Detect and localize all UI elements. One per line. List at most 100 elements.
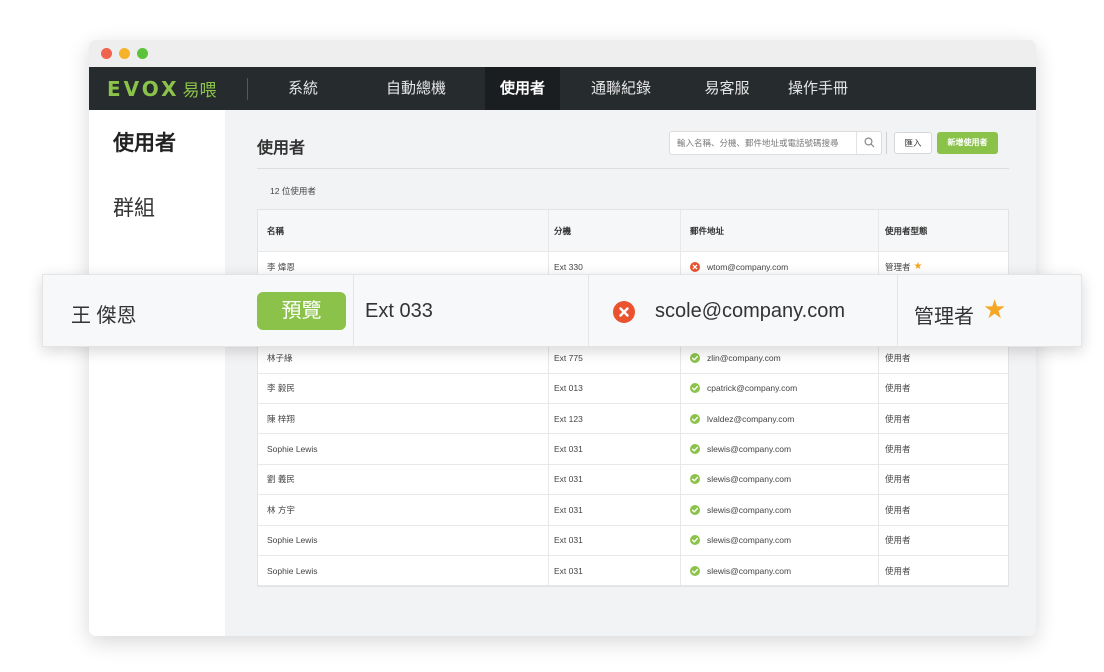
role-text: 使用者 (885, 565, 911, 576)
add-user-button[interactable]: 新增使用者 (937, 132, 998, 154)
nav-item-call-records[interactable]: 通聯紀錄 (577, 67, 665, 110)
preview-email: scole@company.com (655, 300, 845, 322)
highlighted-row-preview[interactable]: 王 傑恩 預覽 Ext 033 scole@company.com 管理者 ★ (42, 274, 1082, 347)
cell-email: slewis@company.com (680, 555, 878, 586)
table-row[interactable]: Sophie Lewis Ext 031 slewis@company.com 使用者 (258, 555, 1010, 587)
email-text: lvaldez@company.com (707, 413, 795, 424)
preview-divider (353, 275, 354, 346)
cell-name: 陳 梓翔 (267, 413, 295, 424)
header-extension[interactable]: 分機 (548, 210, 680, 251)
sidebar-item-groups[interactable]: 群組 (113, 192, 155, 222)
preview-user-type: 管理者 (914, 306, 974, 328)
check-circle-icon (690, 474, 700, 485)
cell-email: slewis@company.com (680, 464, 878, 495)
cell-extension: Ext 775 (548, 343, 680, 373)
nav-item-system[interactable]: 系統 (261, 67, 345, 110)
cell-user-type: 使用者 (878, 373, 1010, 403)
users-table: 名稱 分機 郵件地址 使用者型態 李 煒恩 Ext 330 wtom@company… (257, 209, 1010, 588)
cell-user-type: 使用者 (878, 525, 1010, 555)
cell-email: lvaldez@company.com (680, 403, 878, 434)
cell-user-type: 使用者 (878, 343, 1010, 373)
brand-name-cn: 易喂 (182, 81, 217, 100)
search-input[interactable] (670, 132, 856, 154)
cell-user-type: 使用者 (878, 464, 1010, 495)
main-content: 使用者 匯入 新增使用者 12 位使用者 名稱 分機 郵件地址 使用者型態 李 … (225, 110, 1036, 636)
check-circle-icon (690, 444, 700, 455)
cell-name: 林子綠 (267, 352, 293, 363)
preview-button[interactable]: 預覽 (257, 292, 346, 330)
table-row[interactable]: 李 毅民 Ext 013 cpatrick@company.com 使用者 (258, 373, 1010, 404)
header-name[interactable]: 名稱 (258, 210, 548, 251)
header-user-type[interactable]: 使用者型態 (878, 210, 1010, 251)
table-row[interactable]: Sophie Lewis Ext 031 slewis@company.com 使用者 (258, 434, 1010, 465)
top-navbar: EVOX 易喂 系統 自動總機 使用者 通聯紀錄 易客服 操作手冊 (89, 67, 1036, 110)
preview-divider (897, 275, 898, 346)
cell-extension: Ext 031 (548, 525, 680, 555)
nav-item-users[interactable]: 使用者 (485, 67, 560, 110)
role-text: 使用者 (885, 383, 911, 394)
cell-user-type: 使用者 (878, 434, 1010, 464)
table-row[interactable]: 林 方宇 Ext 031 slewis@company.com 使用者 (258, 495, 1010, 526)
cell-extension: Ext 031 (548, 495, 680, 525)
close-window-button[interactable] (101, 48, 112, 59)
search-icon[interactable] (856, 132, 881, 154)
title-divider (257, 168, 1009, 169)
navbar-divider (247, 78, 248, 100)
toolbar-divider (886, 132, 887, 154)
cell-extension: Ext 123 (548, 403, 680, 434)
check-circle-icon (690, 383, 700, 394)
nav-item-customer-service[interactable]: 易客服 (687, 67, 767, 110)
brand-logo[interactable]: EVOX 易喂 (107, 77, 217, 101)
email-text: zlin@company.com (707, 352, 781, 363)
table-row[interactable]: 陳 梓翔 Ext 123 lvaldez@company.com 使用者 (258, 403, 1010, 435)
cell-extension: Ext 013 (548, 373, 680, 403)
preview-extension: Ext 033 (365, 300, 433, 322)
header-email[interactable]: 郵件地址 (680, 210, 878, 251)
preview-user-name: 王 傑恩 (71, 305, 137, 327)
cell-extension: Ext 031 (548, 434, 680, 464)
cell-user-type: 使用者 (878, 403, 1010, 434)
cell-extension: Ext 031 (548, 555, 680, 586)
email-text: slewis@company.com (707, 565, 792, 576)
table-row[interactable]: 林子綠 Ext 775 zlin@company.com 使用者 (258, 343, 1010, 374)
email-text: cpatrick@company.com (707, 383, 798, 394)
email-text: slewis@company.com (707, 504, 792, 515)
cell-email: zlin@company.com (680, 343, 878, 373)
cell-email: slewis@company.com (680, 495, 878, 525)
role-text: 使用者 (885, 504, 911, 515)
email-text: slewis@company.com (707, 535, 792, 546)
role-text: 使用者 (885, 352, 911, 363)
check-circle-icon (690, 565, 700, 576)
cell-user-type: 使用者 (878, 555, 1010, 586)
search-box (669, 131, 882, 155)
check-circle-icon (690, 413, 700, 424)
table-row[interactable]: 劉 義民 Ext 031 slewis@company.com 使用者 (258, 464, 1010, 496)
role-text: 使用者 (885, 444, 911, 455)
table-row[interactable]: Sophie Lewis Ext 031 slewis@company.com 使用者 (258, 525, 1010, 556)
import-button[interactable]: 匯入 (894, 132, 932, 154)
nav-item-manual[interactable]: 操作手冊 (777, 67, 859, 110)
cell-name: Sophie Lewis (267, 444, 318, 455)
sidebar: 使用者 群組 (89, 110, 225, 636)
cell-extension: Ext 031 (548, 464, 680, 495)
cell-email: slewis@company.com (680, 434, 878, 464)
sidebar-item-users[interactable]: 使用者 (113, 127, 176, 157)
maximize-window-button[interactable] (137, 48, 148, 59)
star-icon: ★ (983, 294, 1007, 324)
email-text: slewis@company.com (707, 474, 792, 485)
table-header: 名稱 分機 郵件地址 使用者型態 (258, 210, 1008, 252)
check-circle-icon (690, 535, 700, 546)
x-circle-icon (613, 301, 635, 323)
minimize-window-button[interactable] (119, 48, 130, 59)
role-text: 使用者 (885, 413, 911, 424)
check-circle-icon (690, 352, 700, 363)
role-text: 使用者 (885, 474, 911, 485)
nav-item-auto-attendant[interactable]: 自動總機 (370, 67, 462, 110)
email-text: slewis@company.com (707, 444, 792, 455)
window-titlebar (89, 40, 1036, 67)
cell-email: cpatrick@company.com (680, 373, 878, 403)
cell-user-type: 使用者 (878, 495, 1010, 525)
cell-name: Sophie Lewis (267, 565, 318, 576)
role-text: 管理者 (885, 261, 911, 272)
check-circle-icon (690, 504, 700, 515)
